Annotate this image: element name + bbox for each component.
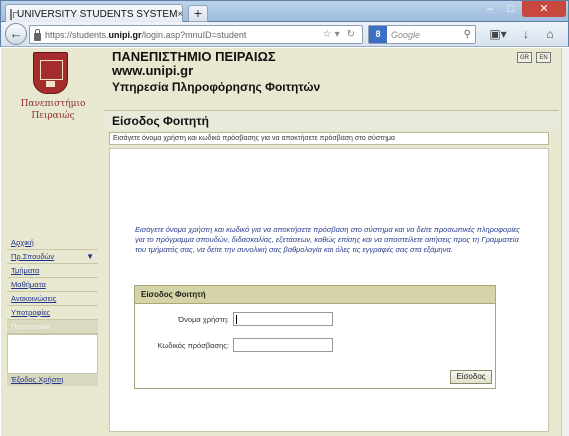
minimize-icon[interactable]: –	[480, 1, 500, 17]
sidebar-item-announcements[interactable]: Ανακοινώσεις	[7, 292, 98, 306]
crest-icon	[33, 52, 68, 94]
home-icon[interactable]: ⌂	[542, 26, 558, 42]
logout-link[interactable]: Έξοδος Χρήστη	[7, 374, 98, 386]
address-bar[interactable]: https://students.unipi.gr/login.asp?mnuI…	[29, 25, 363, 44]
bookmark-star-icon[interactable]: ☆▾	[323, 29, 343, 40]
browser-tab[interactable]: UNIVERSITY STUDENTS SYSTEM ×	[5, 4, 183, 23]
lock-icon	[34, 28, 41, 41]
site-subtitle: Υπηρεσία Πληροφόρησης Φοιτητών	[112, 80, 321, 94]
info-message: Εισάγετε όνομα χρήστη και κωδικό πρόσβασ…	[109, 132, 549, 145]
logo-text: Πανεπιστήμιο Πειραιώς	[20, 99, 86, 121]
window-titlebar: UNIVERSITY STUDENTS SYSTEM × + – □ ✕	[0, 0, 569, 23]
search-bar[interactable]: 8 Google ⚲	[368, 25, 476, 44]
search-engine-icon[interactable]: 8	[369, 26, 387, 43]
close-window-icon[interactable]: ✕	[522, 1, 566, 17]
sidebar-item-personal: Προσωπικά	[7, 320, 98, 334]
sidebar-menu: Αρχική Πρ.Σπουδών ▼ Τμήματα Μαθήματα Ανακ…	[7, 236, 98, 386]
password-label: Κωδικός πρόσβασης:	[157, 341, 229, 350]
sidebar-item-scholarships[interactable]: Υποτροφίες	[7, 306, 98, 320]
username-label: Όνομα χρήστη:	[178, 315, 229, 324]
main-content: Εισάγετε όνομα χρήστη και κωδικό για να …	[109, 148, 549, 432]
page-body: Πανεπιστήμιο Πειραιώς ΠΑΝΕΠΙΣΤΗΜΙΟ ΠΕΙΡΑ…	[1, 48, 561, 436]
text-caret	[236, 315, 237, 324]
sidebar-item-home[interactable]: Αρχική	[7, 236, 98, 250]
lang-gr-button[interactable]: GR	[517, 52, 532, 63]
login-form: Είσοδος Φοιτητή Όνομα χρήστη: Κωδικός πρ…	[134, 285, 496, 389]
expand-arrow-icon[interactable]: ▼	[86, 250, 94, 263]
tab-title: UNIVERSITY STUDENTS SYSTEM	[17, 8, 178, 20]
search-input[interactable]: Google	[391, 30, 464, 40]
reload-icon[interactable]: ↻	[347, 29, 358, 40]
download-icon[interactable]: ↓	[518, 26, 534, 42]
back-arrow-icon[interactable]: ←	[5, 23, 27, 45]
password-input[interactable]	[233, 338, 333, 352]
page-title: Είσοδος Φοιτητή	[104, 110, 559, 130]
page-icon	[10, 8, 19, 20]
login-form-header: Είσοδος Φοιτητή	[135, 286, 495, 304]
login-button[interactable]: Είσοδος	[450, 370, 492, 384]
sidebar-spacer	[7, 334, 98, 374]
intro-text: Εισάγετε όνομα χρήστη και κωδικό για να …	[135, 225, 520, 254]
sidebar-item-departments[interactable]: Τμήματα	[7, 264, 98, 278]
maximize-icon[interactable]: □	[501, 1, 521, 17]
search-icon[interactable]: ⚲	[464, 29, 471, 40]
new-tab-button[interactable]: +	[188, 5, 208, 22]
scrollbar[interactable]	[561, 48, 569, 436]
university-logo[interactable]: Πανεπιστήμιο Πειραιώς	[3, 50, 103, 124]
username-input[interactable]	[233, 312, 333, 326]
url-text: https://students.unipi.gr/login.asp?mnuI…	[45, 29, 247, 40]
lang-en-button[interactable]: EN	[536, 52, 551, 63]
site-url: www.unipi.gr	[112, 63, 194, 78]
sidebar-item-courses[interactable]: Μαθήματα	[7, 278, 98, 292]
navigation-toolbar: ← https://students.unipi.gr/login.asp?mn…	[0, 22, 569, 47]
sidebar-item-study-program[interactable]: Πρ.Σπουδών ▼	[7, 250, 98, 264]
site-title: ΠΑΝΕΠΙΣΤΗΜΙΟ ΠΕΙΡΑΙΩΣ	[112, 49, 276, 64]
bookmarks-icon[interactable]: ▣▾	[487, 26, 509, 42]
tab-close-icon[interactable]: ×	[177, 9, 183, 20]
